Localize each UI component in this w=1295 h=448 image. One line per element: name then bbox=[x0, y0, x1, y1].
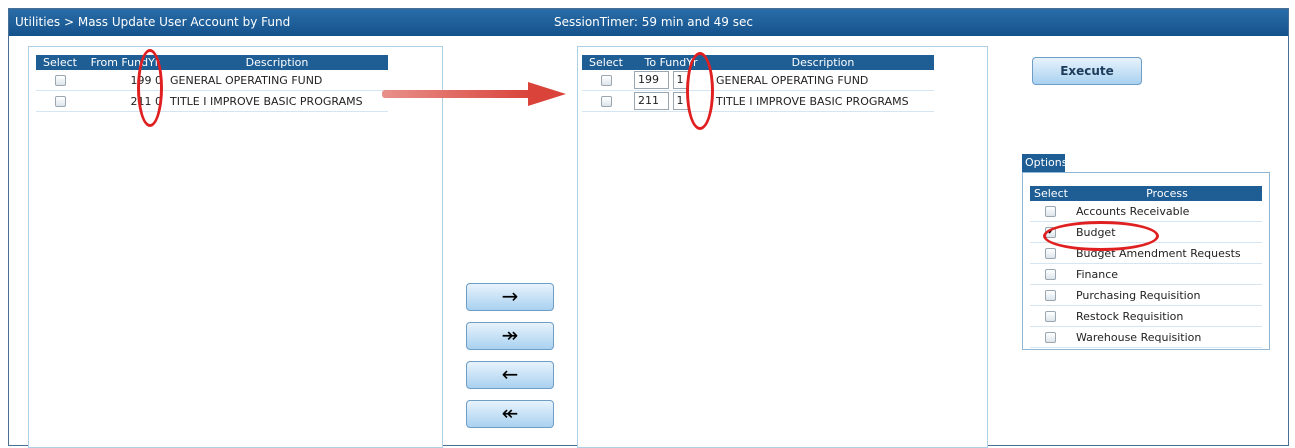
table-row: 199 1 GENERAL OPERATING FUND bbox=[582, 70, 934, 91]
option-row: Finance bbox=[1030, 263, 1262, 285]
option-checkbox[interactable] bbox=[1045, 290, 1057, 301]
col-select: Select bbox=[582, 55, 630, 70]
callout-from-year bbox=[137, 49, 163, 127]
option-label: Restock Requisition bbox=[1071, 305, 1262, 327]
option-checkbox[interactable] bbox=[1045, 206, 1057, 217]
col-description: Description bbox=[166, 55, 388, 70]
callout-budget bbox=[1043, 221, 1159, 251]
fund-description: GENERAL OPERATING FUND bbox=[712, 70, 934, 91]
option-checkbox[interactable] bbox=[1045, 248, 1057, 259]
option-row: Purchasing Requisition bbox=[1030, 284, 1262, 306]
to-fund-table: Select To FundYr Description 199 1 GENER… bbox=[582, 55, 934, 112]
option-row: Warehouse Requisition bbox=[1030, 326, 1262, 348]
option-checkbox[interactable] bbox=[1045, 332, 1057, 343]
callout-to-year bbox=[686, 52, 714, 130]
move-selected-button[interactable]: → bbox=[466, 283, 554, 311]
fund-code-field[interactable]: 211 bbox=[634, 92, 669, 110]
breadcrumb: Utilities > Mass Update User Account by … bbox=[15, 15, 291, 29]
annotation-arrow-icon bbox=[382, 82, 566, 106]
options-panel: Select Process Accounts Receivable ✔ Bud… bbox=[1022, 172, 1270, 350]
row-select-checkbox[interactable] bbox=[600, 96, 612, 107]
to-panel: Select To FundYr Description 199 1 GENER… bbox=[577, 46, 988, 448]
fund-description: TITLE I IMPROVE BASIC PROGRAMS bbox=[712, 90, 934, 112]
fund-description: GENERAL OPERATING FUND bbox=[166, 70, 388, 91]
option-label: Finance bbox=[1071, 263, 1262, 285]
option-row: Restock Requisition bbox=[1030, 305, 1262, 327]
table-row: 199 0 GENERAL OPERATING FUND bbox=[36, 70, 388, 91]
move-all-button[interactable]: ↠ bbox=[466, 322, 554, 350]
option-label: Accounts Receivable bbox=[1071, 201, 1262, 222]
table-row: 211 1 TITLE I IMPROVE BASIC PROGRAMS bbox=[582, 90, 934, 112]
option-label: Warehouse Requisition bbox=[1071, 326, 1262, 348]
row-select-checkbox[interactable] bbox=[54, 75, 66, 86]
col-process: Process bbox=[1071, 186, 1262, 201]
execute-button[interactable]: Execute bbox=[1032, 57, 1142, 85]
row-select-checkbox[interactable] bbox=[600, 75, 612, 86]
option-checkbox[interactable] bbox=[1045, 311, 1057, 322]
fund-description: TITLE I IMPROVE BASIC PROGRAMS bbox=[166, 90, 388, 112]
session-timer: SessionTimer: 59 min and 49 sec bbox=[554, 15, 753, 29]
table-row: 211 0 TITLE I IMPROVE BASIC PROGRAMS bbox=[36, 90, 388, 112]
row-select-checkbox[interactable] bbox=[54, 96, 66, 107]
option-checkbox[interactable] bbox=[1045, 269, 1057, 280]
fund-code-field[interactable]: 199 bbox=[634, 71, 669, 89]
option-label: Purchasing Requisition bbox=[1071, 284, 1262, 306]
options-table: Select Process Accounts Receivable ✔ Bud… bbox=[1030, 186, 1262, 348]
remove-all-button[interactable]: ↞ bbox=[466, 400, 554, 428]
col-select: Select bbox=[1030, 186, 1072, 201]
title-bar: Utilities > Mass Update User Account by … bbox=[9, 9, 1288, 36]
remove-selected-button[interactable]: ← bbox=[466, 361, 554, 389]
options-tab[interactable]: Options bbox=[1022, 154, 1067, 172]
from-fund-table: Select From FundYr Description 199 0 GEN… bbox=[36, 55, 388, 112]
option-row: Accounts Receivable bbox=[1030, 201, 1262, 222]
col-select: Select bbox=[36, 55, 84, 70]
col-description: Description bbox=[712, 55, 934, 70]
